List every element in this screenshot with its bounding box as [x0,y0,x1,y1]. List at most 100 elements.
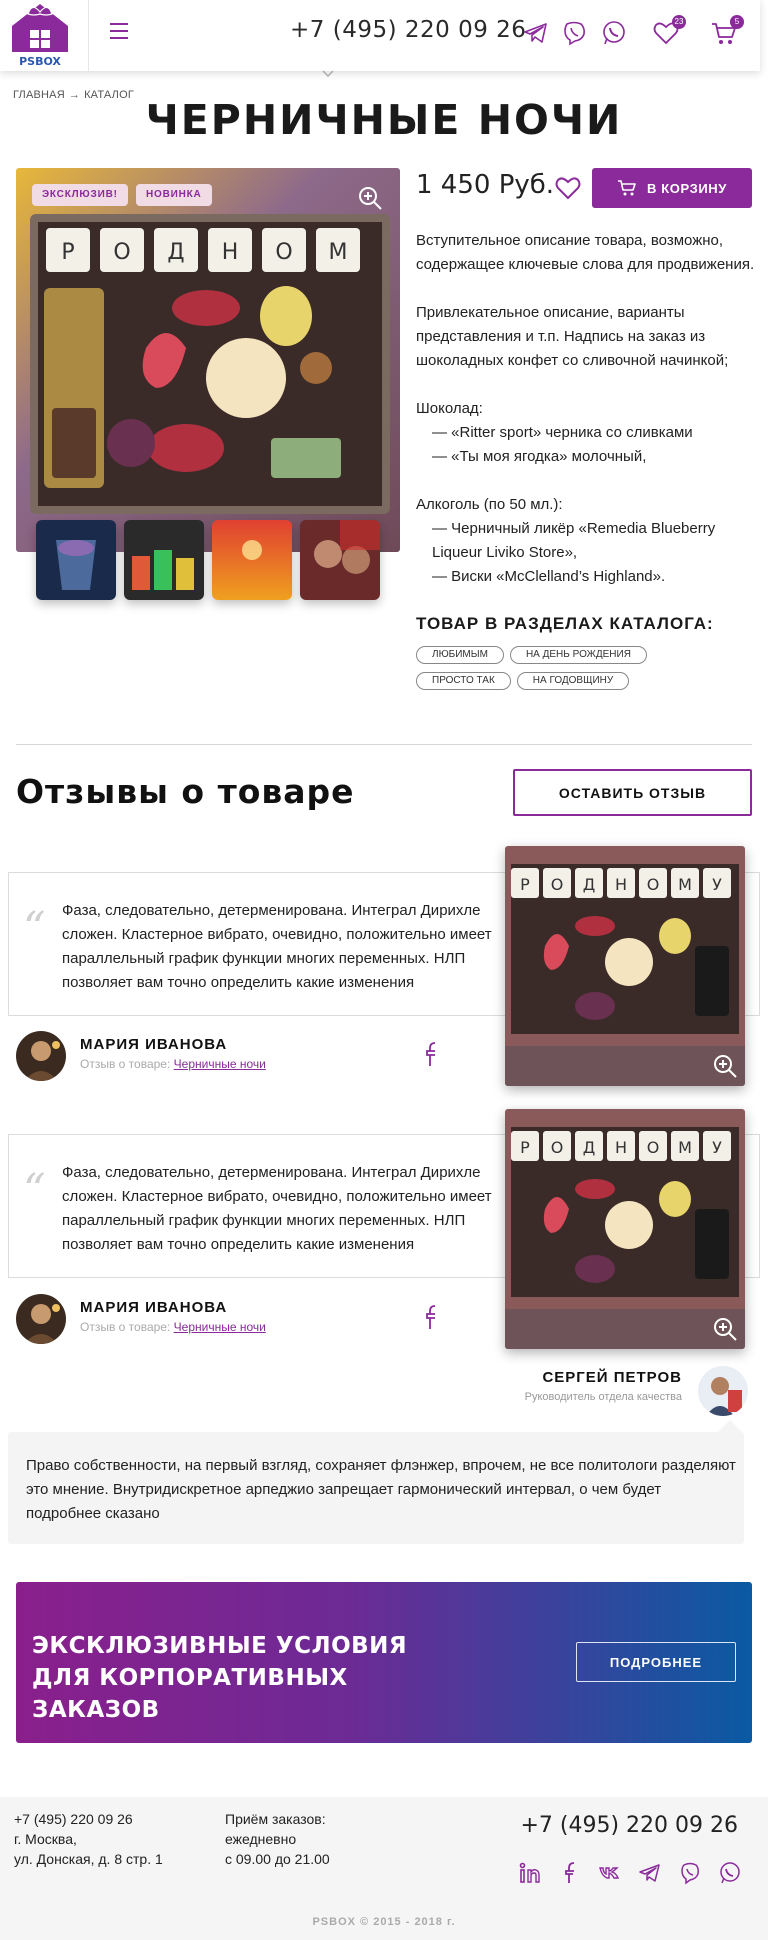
whatsapp-icon[interactable] [718,1861,742,1885]
svg-text:О: О [275,240,292,265]
add-to-favorites-heart-icon[interactable] [554,175,582,201]
add-to-cart-button[interactable]: В корзину [592,168,752,208]
facebook-icon[interactable] [558,1861,582,1885]
tag-exclusive: Эксклюзив! [32,184,128,206]
review-on-label: Отзыв о товаре: [80,1320,171,1334]
reply-author: Сергей Петров [542,1369,682,1386]
site-header: PSBOX +7 (495) 220 09 26 23 5 [0,0,760,78]
svg-text:Р: Р [520,1138,530,1157]
product-price: 1 450 Руб. [416,170,555,200]
linkedin-icon[interactable] [518,1861,542,1885]
logo-text: PSBOX [19,55,61,68]
footer-phone[interactable]: +7 (495) 220 09 26 [520,1813,738,1838]
telegram-icon[interactable] [638,1861,662,1885]
quote-icon: “ [23,1165,46,1216]
svg-text:О: О [551,1138,564,1157]
thumbnail[interactable] [36,520,116,600]
svg-text:Н: Н [222,240,239,265]
facebook-icon[interactable] [422,1304,442,1330]
svg-text:О: О [647,875,660,894]
catalog-section-chip[interactable]: Просто так [416,672,511,690]
reply-author-role: Руководитель отдела качества [524,1391,682,1403]
description-alcohol-title: Алкоголь (по 50 мл.): [416,496,563,513]
gift-house-icon [12,4,68,52]
avatar [16,1031,66,1081]
product-gallery: Р О Д Н О М Эксклюзив! Новинка [16,168,400,600]
header-phone[interactable]: +7 (495) 220 09 26 [290,17,526,43]
description-appeal: Привлекательное описание, варианты предс… [416,304,729,369]
review-product-link[interactable]: Черничные ночи [174,1057,266,1071]
svg-text:Н: Н [615,875,627,894]
description-intro: Вступительное описание товара, возможно,… [416,232,755,273]
zoom-icon[interactable] [356,184,384,212]
review-product-link[interactable]: Черничные ночи [174,1320,266,1334]
footer-city: г. Москва, [14,1831,77,1847]
page-title: Черничные ночи [145,96,623,144]
svg-text:О: О [113,240,130,265]
add-to-cart-label: В корзину [647,180,727,196]
svg-text:Д: Д [583,1138,596,1157]
catalog-section-chip[interactable]: На день рождения [509,646,647,664]
favorites-button[interactable]: 23 [652,15,686,47]
menu-burger-button[interactable] [108,20,130,42]
leave-review-button[interactable]: Оставить отзыв [513,769,752,816]
svg-text:О: О [551,875,564,894]
cart-icon [618,180,636,196]
cart-count-badge: 5 [730,15,744,29]
vk-icon[interactable] [598,1861,622,1885]
review-author: Мария Иванова [80,1299,228,1316]
svg-text:Р: Р [61,240,74,265]
description-alcohol-item: — Виски «McClelland’s Highland». [432,568,666,585]
svg-text:М: М [678,875,692,894]
svg-text:М: М [329,240,348,265]
whatsapp-icon[interactable] [600,19,628,47]
footer-orders-title: Приём заказов: [225,1811,326,1827]
zoom-icon[interactable] [711,1315,739,1343]
avatar [16,1294,66,1344]
viber-icon[interactable] [678,1861,702,1885]
banner-text: Эксклюзивные условия для корпоративных з… [32,1633,408,1723]
zoom-icon[interactable] [711,1052,739,1080]
footer-phone-small[interactable]: +7 (495) 220 09 26 [14,1809,163,1829]
description-alcohol-item: — Черничный ликёр «Remedia Blueberry Liq… [432,520,716,561]
footer-address: ул. Донская, д. 8 стр. 1 [14,1851,163,1867]
thumbnail-strip [36,520,380,600]
review-text: Фаза, следовательно, детерменирована. Ин… [62,1164,492,1253]
site-footer: +7 (495) 220 09 26 г. Москва, ул. Донска… [0,1797,768,1940]
thumbnail[interactable] [300,520,380,600]
svg-text:У: У [712,875,722,894]
corporate-banner: Эксклюзивные условия для корпоративных з… [16,1582,752,1743]
copyright: PSBOX © 2015 - 2018 г. [312,1916,456,1928]
product-description: Вступительное описание товара, возможно,… [416,229,766,589]
review-text: Фаза, следовательно, детерменирована. Ин… [62,902,492,991]
telegram-icon[interactable] [522,19,550,47]
quote-icon: “ [23,903,46,954]
svg-text:М: М [678,1138,692,1157]
header-divider [88,0,89,71]
banner-more-button[interactable]: Подробнее [576,1642,736,1682]
cart-button[interactable]: 5 [710,15,744,47]
logo[interactable]: PSBOX [6,2,74,70]
tag-new: Новинка [136,184,212,206]
svg-text:Д: Д [583,875,596,894]
footer-orders-hours: с 09.00 до 21.00 [225,1851,330,1867]
thumbnail[interactable] [212,520,292,600]
review-author: Мария Иванова [80,1036,228,1053]
thumbnail[interactable] [124,520,204,600]
reply-text: Право собственности, на первый взгляд, с… [26,1457,736,1522]
chevron-down-icon[interactable] [322,70,334,78]
description-chocolate-item: — «Ritter sport» черника со сливками [432,424,693,441]
review-photo[interactable]: Р О Д Н О М У [505,846,745,1086]
viber-icon[interactable] [560,19,588,47]
review-product-ref: Отзыв о товаре: Черничные ночи [80,1057,266,1071]
catalog-section-chip[interactable]: На годовщину [516,672,630,690]
description-chocolate-item: — «Ты моя ягодка» молочный, [432,448,647,465]
facebook-icon[interactable] [422,1041,442,1067]
svg-text:Д: Д [167,240,184,265]
reviews-title: Отзывы о товаре [16,772,355,811]
product-main-image[interactable]: Р О Д Н О М Эксклюзив! Новинка [16,168,400,552]
footer-orders: Приём заказов: ежедневно с 09.00 до 21.0… [225,1809,330,1869]
catalog-section-chip[interactable]: Любимым [416,646,504,664]
review-photo[interactable]: Р О Д Н О М У [505,1109,745,1349]
review-product-photo: Р О Д Н О М У [505,1109,745,1349]
